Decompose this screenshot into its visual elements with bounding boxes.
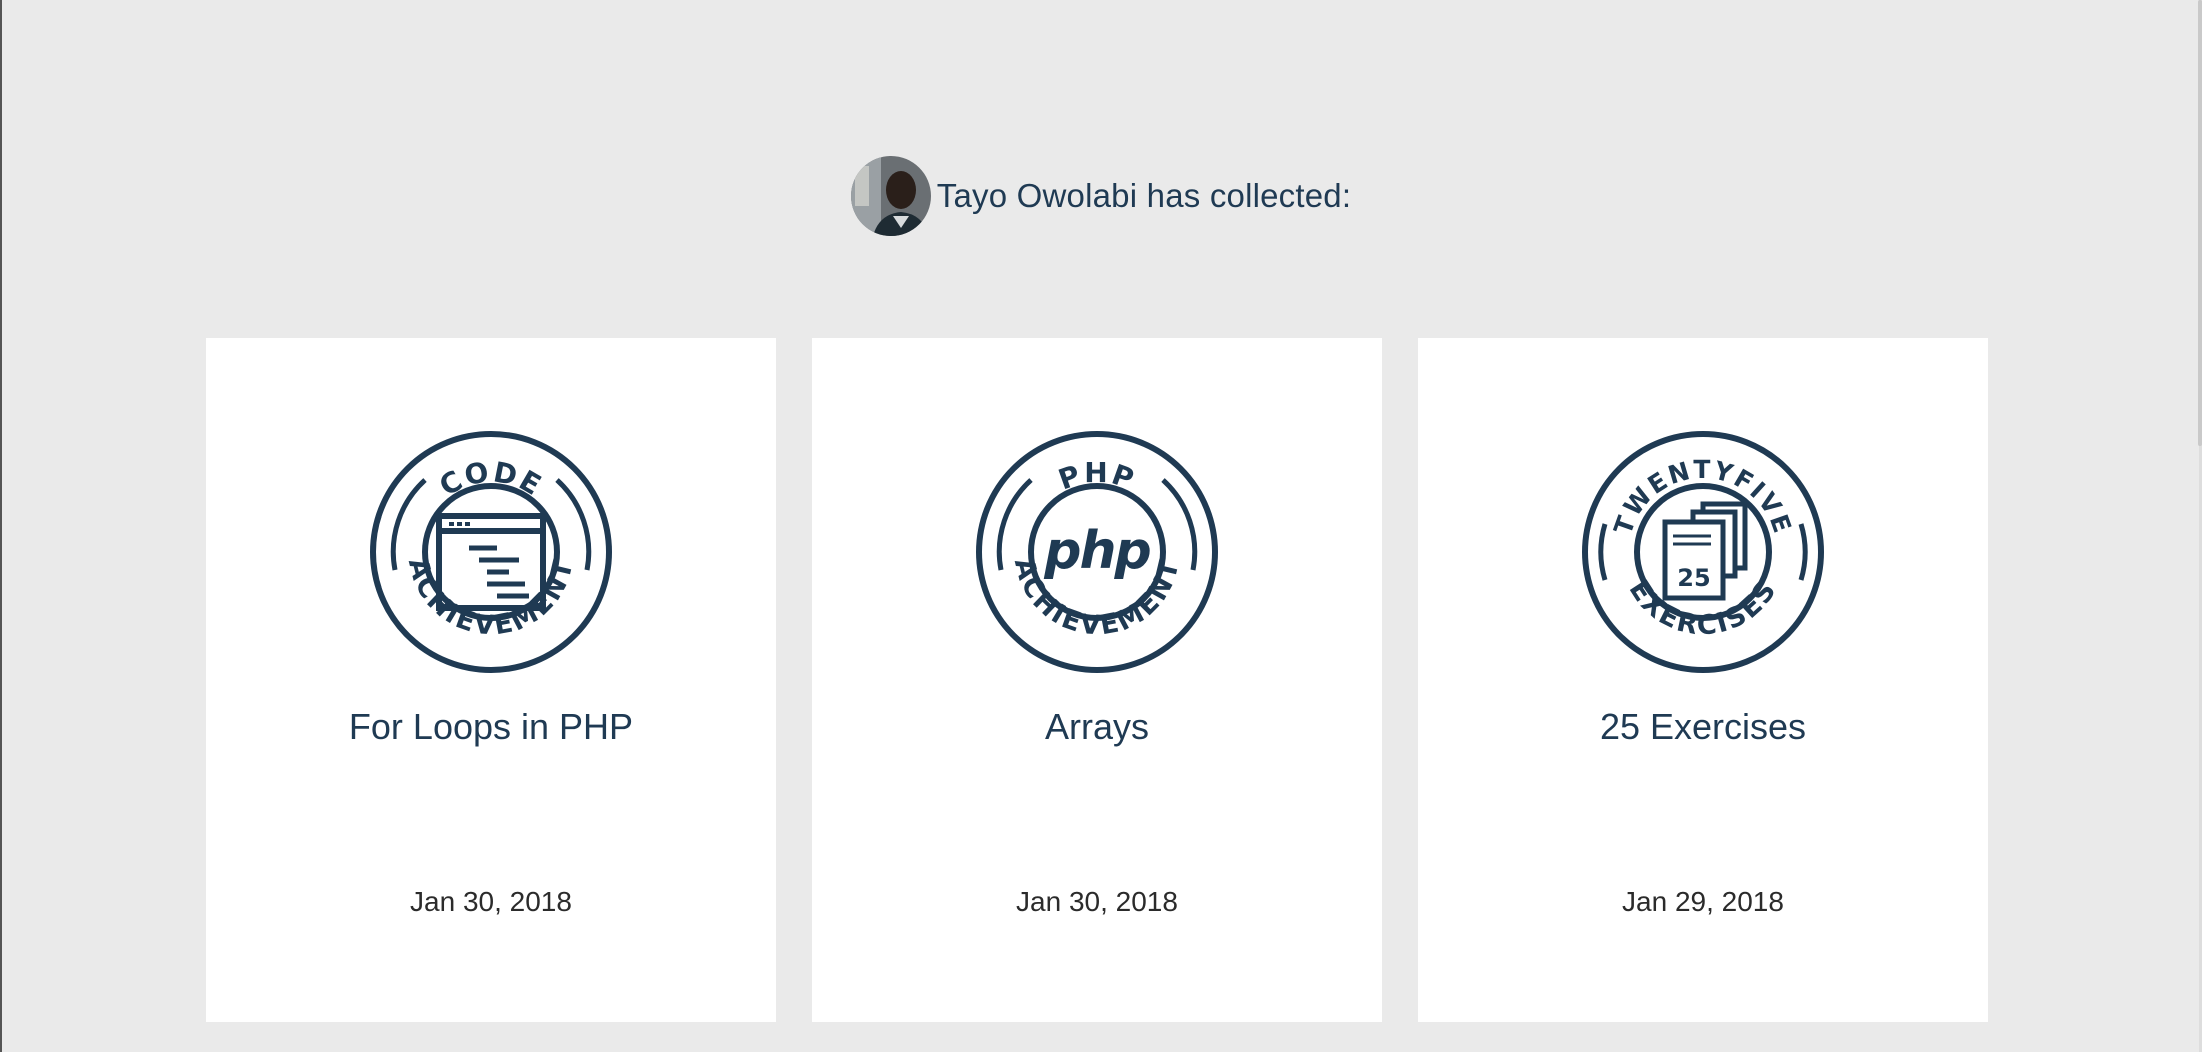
svg-text:PHP: PHP [1054, 456, 1140, 496]
achievement-title[interactable]: Arrays [812, 706, 1382, 748]
badge-top-text: PHP [1054, 456, 1138, 496]
svg-text:ACHIEVEMENT: ACHIEVEMENT [402, 555, 580, 642]
badge-bottom-text: ACHIEVEMENT [402, 555, 578, 642]
twentyfive-exercises-badge-icon: TWENTYFIVE EXERCISES 25 [1582, 431, 1824, 673]
achievement-title[interactable]: For Loops in PHP [206, 706, 776, 748]
svg-text:25: 25 [1677, 564, 1710, 592]
code-window-icon [436, 513, 546, 611]
collector-header: Tayo Owolabi has collected: [0, 156, 2202, 236]
php-logo-icon: php [1043, 521, 1150, 581]
badge-top-text: CODE [434, 455, 547, 503]
svg-text:CODE: CODE [434, 455, 549, 503]
avatar[interactable] [850, 156, 931, 236]
achievement-card[interactable]: TWENTYFIVE EXERCISES 25 25 Exercises Jan… [1418, 338, 1988, 1022]
achievement-date: Jan 30, 2018 [410, 886, 572, 917]
user-name-link[interactable]: Tayo Owolabi [937, 177, 1138, 214]
collector-suffix: has collected: [1146, 177, 1352, 214]
achievement-date: Jan 30, 2018 [1016, 886, 1178, 917]
collector-text: Tayo Owolabi has collected: [937, 177, 1351, 215]
achievement-card[interactable]: PHP ACHIEVEMENT php Arrays Jan 30, 2018 [812, 338, 1382, 1022]
achievement-title[interactable]: 25 Exercises [1418, 706, 1988, 748]
stacked-pages-icon: 25 [1662, 501, 1748, 601]
achievement-card[interactable]: CODE ACHIEVEMENT For Loops in PHP Jan 30… [206, 338, 776, 1022]
code-achievement-badge-icon: CODE ACHIEVEMENT [370, 431, 612, 673]
php-achievement-badge-icon: PHP ACHIEVEMENT php [976, 431, 1218, 673]
achievement-date: Jan 29, 2018 [1622, 886, 1784, 917]
achievements-grid: CODE ACHIEVEMENT For Loops in PHP Jan 30… [206, 338, 1988, 1022]
